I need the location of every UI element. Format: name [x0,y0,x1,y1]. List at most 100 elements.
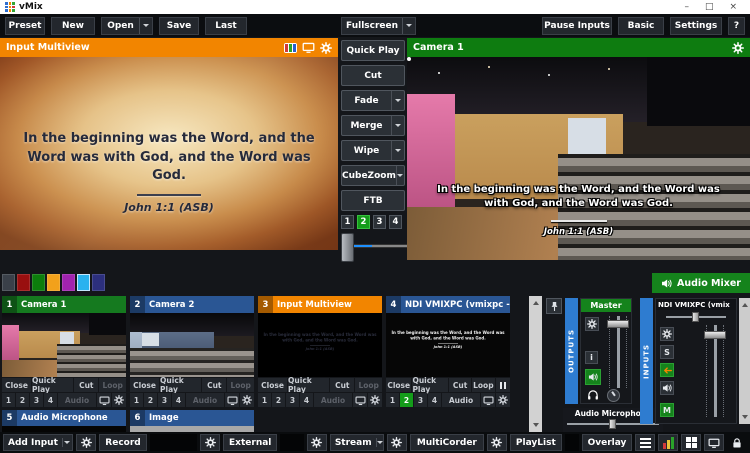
help-button[interactable]: ? [728,17,745,35]
input-5-header[interactable]: 5 Audio Microphone [2,410,126,426]
transition-4-button[interactable]: 4 [389,215,402,229]
gear-icon[interactable] [320,42,332,54]
close-button[interactable]: Close [2,378,31,392]
scroll-down-icon[interactable] [533,423,539,430]
display-button[interactable] [704,434,724,451]
audio-button[interactable]: Audio [442,393,480,407]
monitor-icon[interactable] [353,393,367,407]
add-input-button[interactable]: Add Input [3,434,73,451]
gear-icon[interactable] [585,317,599,331]
overlay-4-button[interactable]: 4 [44,393,57,407]
preset-button[interactable]: Preset [5,17,45,35]
speaker-button[interactable] [660,381,674,395]
category-swatch[interactable] [17,274,30,291]
external-button[interactable]: External [223,434,277,451]
category-swatch[interactable] [32,274,45,291]
headphones-icon[interactable] [587,389,599,401]
audio-button[interactable]: Audio [58,393,96,407]
monitor-icon[interactable] [302,41,315,54]
close-button[interactable]: Close [258,378,287,392]
close-button[interactable]: × [729,3,737,12]
basic-button[interactable]: Basic [618,17,664,35]
add-input-dropdown[interactable] [62,438,72,447]
gear-icon[interactable] [368,393,382,407]
close-button[interactable]: Close [130,378,159,392]
input-4-thumbnail[interactable]: In the beginning was the Word, and the W… [386,313,510,377]
open-dropdown[interactable] [139,18,152,34]
overlay-4-button[interactable]: 4 [428,393,441,407]
overlay-3-button[interactable]: 3 [158,393,171,407]
transition-1-button[interactable]: 1 [341,215,354,229]
audio-button[interactable]: Audio [186,393,224,407]
fade-dropdown[interactable] [391,91,404,110]
transition-2-button[interactable]: 2 [357,215,370,229]
gear-icon[interactable] [240,393,254,407]
gear-icon[interactable] [112,393,126,407]
overlay-1-button[interactable]: 1 [258,393,271,407]
overlay-2-button[interactable]: 2 [272,393,285,407]
fullscreen-dropdown[interactable] [402,18,415,34]
info-button[interactable]: i [585,351,598,364]
fader-handle[interactable] [607,320,629,328]
input-1-header[interactable]: 1 Camera 1 [2,296,126,313]
speaker-button[interactable] [585,369,601,385]
stream-dropdown[interactable] [376,438,383,447]
ftb-button[interactable]: FTB [341,190,405,211]
merge-button[interactable]: Merge [341,115,405,136]
overlay-4-button[interactable]: 4 [300,393,313,407]
multicorder-button[interactable]: MultiCorder [410,434,484,451]
pause-inputs-button[interactable]: Pause Inputs [542,17,612,35]
overlay-2-button[interactable]: 2 [16,393,29,407]
headphone-volume-knob[interactable] [607,389,620,402]
quick-play-button[interactable]: Quick Play [341,40,405,61]
grid-view-button[interactable] [681,434,701,451]
quick-play-button[interactable]: Quick Play [288,378,329,392]
input-6-header[interactable]: 6 Image [130,410,254,426]
loop-button[interactable]: Loop [99,378,126,392]
overlay-3-button[interactable]: 3 [414,393,427,407]
cut-button[interactable]: Cut [341,65,405,86]
playlist-settings-gear[interactable] [487,434,507,451]
gear-icon[interactable] [732,42,744,54]
playlist-button[interactable]: PlayList [510,434,562,451]
input-2-thumbnail[interactable] [130,313,254,377]
stream-button[interactable]: Stream [330,434,384,451]
mixer-pin-button[interactable] [546,298,562,314]
overlay-button[interactable]: Overlay [582,434,632,451]
overlay-2-button[interactable]: 2 [144,393,157,407]
input-1-thumbnail[interactable] [2,313,126,377]
cubezoom-button[interactable]: CubeZoom [341,165,405,186]
cut-button[interactable]: Cut [330,378,354,392]
mute-button[interactable]: M [660,403,674,417]
category-swatch[interactable] [47,274,60,291]
stream-settings-gear[interactable] [307,434,327,451]
master-fader[interactable] [607,316,629,388]
input-3-thumbnail[interactable]: In the beginning was the Word, and the W… [258,313,382,377]
category-swatch[interactable] [62,274,75,291]
gear-icon[interactable] [660,327,674,341]
multicorder-settings-gear[interactable] [387,434,407,451]
cut-button[interactable]: Cut [202,378,226,392]
fullscreen-button[interactable]: Fullscreen [341,17,416,35]
overlay-2-button-active[interactable]: 2 [400,393,413,407]
quick-play-button[interactable]: Quick Play [412,378,448,392]
monitor-icon[interactable] [97,393,111,407]
transition-3-button[interactable]: 3 [373,215,386,229]
category-swatch[interactable] [92,274,105,291]
minimize-button[interactable]: – [684,3,689,12]
open-button[interactable]: Open [101,17,153,35]
gear-icon[interactable] [496,393,510,407]
scroll-down-icon[interactable] [742,415,748,422]
audio-levels-button[interactable] [658,434,678,451]
save-button[interactable]: Save [159,17,199,35]
settings-button[interactable]: Settings [670,17,722,35]
external-settings-gear[interactable] [200,434,220,451]
category-swatch-selected[interactable] [77,274,90,291]
overlay-4-button[interactable]: 4 [172,393,185,407]
quick-play-button[interactable]: Quick Play [32,378,73,392]
scroll-up-icon[interactable] [742,300,748,307]
fader-handle[interactable] [704,331,726,339]
input-4-header[interactable]: 4 NDI VMIXPC (vmixpc - NDI 2) [386,296,510,313]
ndi-fader[interactable] [704,325,726,417]
monitor-icon[interactable] [481,393,495,407]
